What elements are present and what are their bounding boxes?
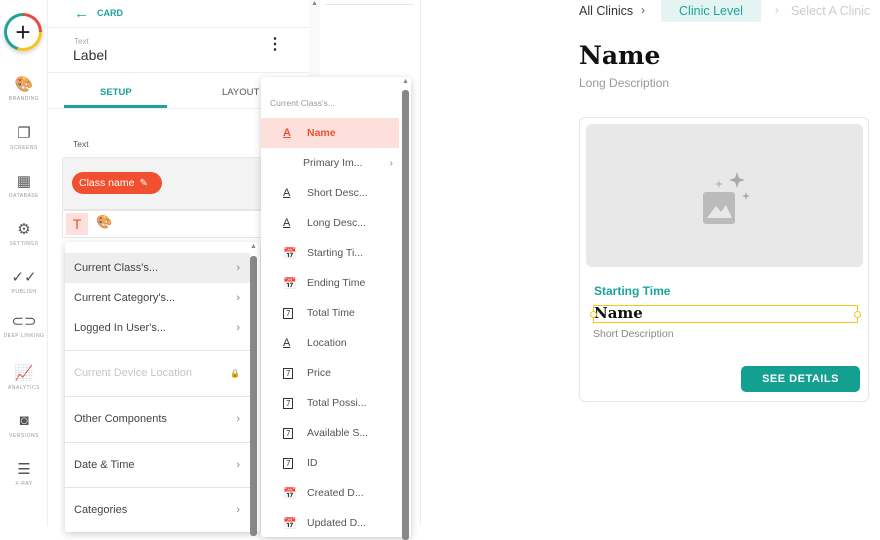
database-icon: ▦ [16,173,32,190]
menu-item[interactable]: Categories › [65,495,250,525]
card-image [586,124,863,267]
back-arrow-icon[interactable]: ← [74,5,89,22]
nav-item-versions[interactable]: ◙ VERSIONS [0,412,48,440]
nav-item-settings[interactable]: ⚙ SETTINGS [0,220,48,248]
menu-item-location[interactable]: A Location [261,328,399,358]
menu-item-created-d-[interactable]: 📅 Created D... [261,478,399,508]
tab-setup[interactable]: SETUP [100,87,132,98]
datetime-icon: 📅 [283,487,297,500]
selected-text-element[interactable]: Name [590,304,861,323]
datetime-icon: 📅 [283,517,297,530]
nav-item-branding[interactable]: 🎨 BRANDING [0,75,48,103]
lock-icon: 🔒 [230,368,240,378]
menu-item-total-time[interactable]: 7 Total Time [261,298,399,328]
divider [65,350,250,351]
image-placeholder-icon [703,172,750,224]
menu-header: Current Class's... [270,98,335,108]
menu-item-short-desc-[interactable]: A Short Desc... [261,178,399,208]
page-title: Name [579,41,661,70]
add-button[interactable]: + [4,13,42,51]
menu-item[interactable]: Current Class's... › [65,253,250,283]
palette-icon[interactable]: 🎨 [96,214,112,230]
breadcrumb-clinic-level[interactable]: Clinic Level [661,0,761,22]
text-icon: A [283,127,291,139]
magic-text-icon[interactable]: T [66,213,88,235]
see-details-button[interactable]: SEE DETAILS [741,366,860,392]
card-label: Starting Time [594,284,671,298]
versions-icon: ◙ [19,412,29,429]
menu-item[interactable]: Other Components › [65,404,250,434]
number-icon: 7 [283,397,307,409]
menu-item-name[interactable]: A Name [261,118,399,148]
menu-item-available-s-[interactable]: 7 Available S... [261,418,399,448]
number-icon: 7 [283,367,307,379]
back-button[interactable]: CARD [97,8,123,18]
palette-icon: 🎨 [14,76,34,93]
menu-item-long-desc-[interactable]: A Long Desc... [261,208,399,238]
menu-item[interactable]: Logged In User's... › [65,313,250,343]
menu-item-starting-ti-[interactable]: 📅 Starting Ti... [261,238,399,268]
chevron-right-icon: › [236,459,240,471]
tab-layout[interactable]: LAYOUT [222,87,259,98]
nav-item-database[interactable]: ▦ DATABASE [0,172,48,200]
menu-item-ending-time[interactable]: 📅 Ending Time [261,268,399,298]
left-nav: + 🎨 BRANDING ❐ SCREENS ▦ DATABASE ⚙ SETTINGS ✓✓ P… [0,0,48,526]
link-icon: ⊂⊃ [11,313,37,330]
chevron-right-icon: › [389,157,394,169]
breadcrumb-all-clinics[interactable]: All Clinics [579,4,633,18]
menu-item[interactable]: Current Category's... › [65,283,250,313]
menu-item-primary-im-[interactable]: Primary Im... › [261,148,399,178]
text-icon: A [283,187,291,199]
number-icon: 7 [283,307,307,319]
chevron-right-icon: › [236,292,240,304]
menu-scrollbar[interactable] [402,90,409,540]
gear-icon: ⚙ [17,221,31,238]
screens-icon: ❐ [17,125,31,142]
chevron-right-icon: › [236,504,240,516]
class-fields-menu: Current Class's... A Name Primary Im... › A S… [261,77,411,540]
menu-scrollbar[interactable] [250,256,257,536]
analytics-icon: 📈 [14,365,34,382]
menu-item[interactable]: Date & Time › [65,450,250,480]
class-name-chip[interactable]: Class name ✎ [72,172,162,194]
divider [65,487,250,488]
text-icon: A [283,337,291,349]
page-subtitle: Long Description [579,76,670,90]
card[interactable]: Starting Time Name Short Description SEE… [579,117,869,402]
menu-item: Current Device Location 🔒 [74,367,240,379]
chevron-right-icon: › [236,413,240,425]
number-icon: 7 [283,457,307,469]
nav-item-x-ray[interactable]: ☰ X-RAY [0,460,48,488]
component-name: Label [73,47,108,63]
component-type: Text [74,37,89,46]
plus-icon: + [7,16,39,48]
datetime-icon: 📅 [283,277,297,290]
divider [65,442,250,443]
resize-handle[interactable] [854,311,861,318]
number-icon: 7 [283,427,307,439]
sliders-icon: ☰ [17,461,31,478]
more-menu-icon[interactable]: ⋮ [267,37,283,53]
nav-item-deep-linking[interactable]: ⊂⊃ DEEP LINKING [0,312,48,340]
resize-handle[interactable] [590,311,597,318]
pencil-icon: ✎ [139,177,148,189]
datetime-icon: 📅 [283,247,297,260]
text-field-label: Text [73,139,89,149]
nav-item-analytics[interactable]: 📈 ANALYTICS [0,364,48,392]
menu-item-price[interactable]: 7 Price [261,358,399,388]
menu-item-updated-d-[interactable]: 📅 Updated D... [261,508,399,538]
menu-item-total-possi-[interactable]: 7 Total Possi... [261,388,399,418]
data-source-menu: Current Class's... › Current Category's...… [65,242,260,536]
nav-item-screens[interactable]: ❐ SCREENS [0,124,48,152]
chevron-right-icon: › [236,262,240,274]
divider [65,396,250,397]
nav-item-publish[interactable]: ✓✓ PUBLISH [0,268,48,296]
menu-item-id[interactable]: 7 ID [261,448,399,478]
text-icon: A [283,217,291,229]
card-description: Short Description [593,328,674,340]
chevron-right-icon: › [236,322,240,334]
breadcrumb-select-clinic[interactable]: Select A Clinic [791,4,870,18]
publish-icon: ✓✓ [11,269,37,286]
